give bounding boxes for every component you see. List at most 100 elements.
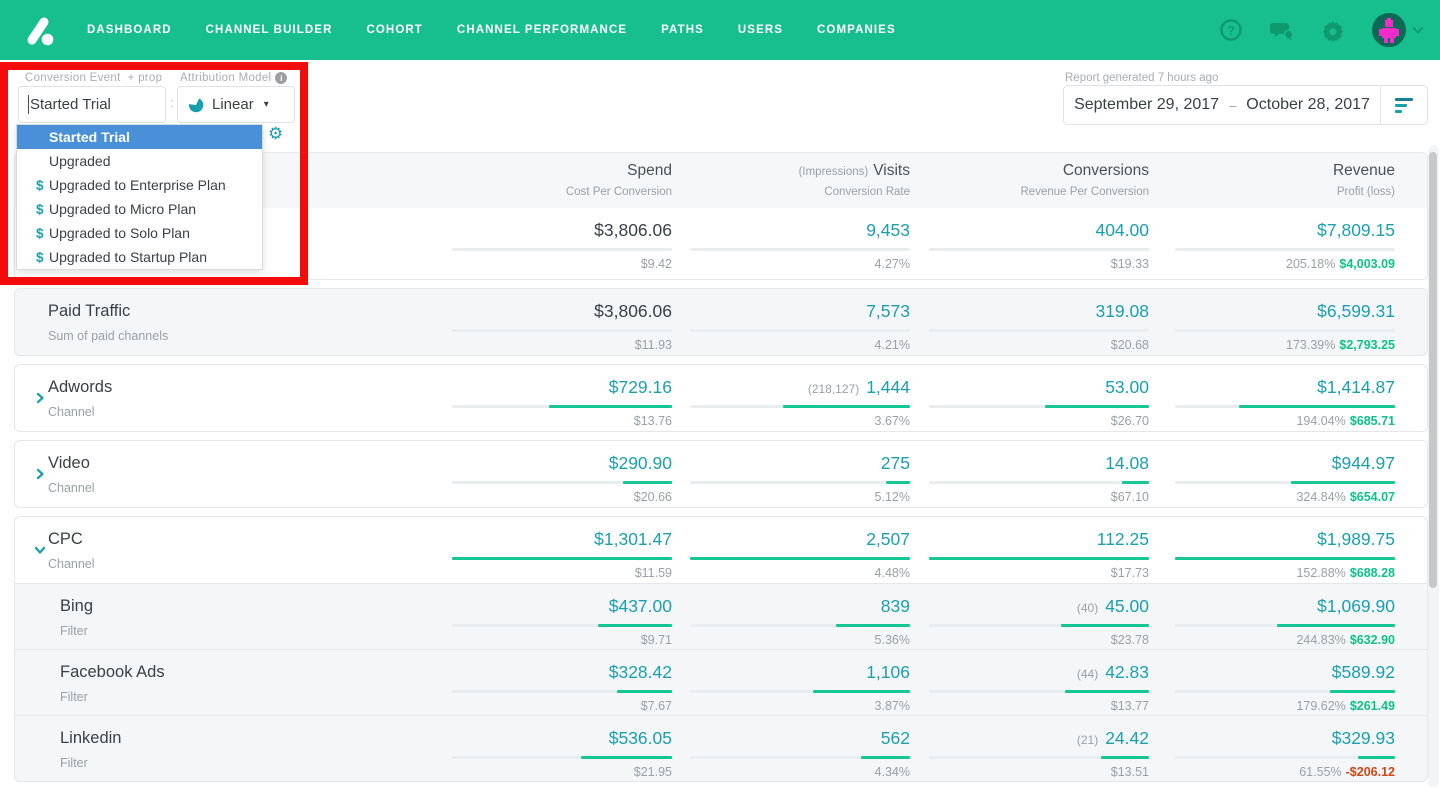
conversion-event-input[interactable]: Started Trial bbox=[18, 86, 166, 123]
menu-item-upgraded-to-micro-plan[interactable]: $ Upgraded to Micro Plan bbox=[17, 197, 262, 221]
cell-main-value[interactable]: $1,301.47 bbox=[594, 529, 672, 549]
cell-sub-value: 4.34% bbox=[874, 765, 910, 779]
nav-item-cohort[interactable]: COHORT bbox=[366, 24, 422, 36]
cell-bar-track bbox=[929, 248, 1149, 251]
avatar[interactable] bbox=[1372, 13, 1406, 47]
cell-profit-value: -$206.12 bbox=[1345, 765, 1395, 779]
cell-bar-fill bbox=[452, 557, 672, 560]
cell-main-value[interactable]: $437.00 bbox=[609, 596, 672, 616]
column-header-revenue[interactable]: Revenue Profit (loss) bbox=[1135, 162, 1395, 198]
date-range-picker[interactable]: September 29, 2017 – October 28, 2017 bbox=[1063, 85, 1428, 125]
cell-main-value[interactable]: 404.00 bbox=[1095, 220, 1149, 240]
chevron-right-icon[interactable] bbox=[33, 467, 45, 483]
cell-main-value[interactable]: 42.83 bbox=[1105, 662, 1149, 682]
table-row-paid-traffic[interactable]: Paid Traffic Sum of paid channels $3,806.0… bbox=[14, 288, 1428, 356]
cell-conversions: 112.25 $17.73 bbox=[929, 529, 1149, 580]
attribution-model-dropdown[interactable]: Linear ▾ bbox=[177, 86, 295, 123]
cell-main-value[interactable]: 1,106 bbox=[866, 662, 910, 682]
cell-bar-fill bbox=[1358, 756, 1395, 759]
table-row-adwords[interactable]: Adwords Channel $729.16 $13.76 (218,127) 1,44… bbox=[14, 364, 1428, 432]
cell-main-value[interactable]: $1,069.90 bbox=[1317, 596, 1395, 616]
cell-main-value[interactable]: $290.90 bbox=[609, 453, 672, 473]
cell-main-value[interactable]: 562 bbox=[881, 728, 910, 748]
cell-main-value[interactable]: $7,809.15 bbox=[1317, 220, 1395, 240]
chat-icon[interactable] bbox=[1270, 18, 1294, 42]
cell-main-value[interactable]: 112.25 bbox=[1097, 529, 1149, 549]
row-name[interactable]: Adwords bbox=[48, 378, 112, 397]
cell-main-value[interactable]: 1,444 bbox=[866, 377, 910, 397]
cell-main-value[interactable]: $729.16 bbox=[609, 377, 672, 397]
cell-main-value[interactable]: 2,507 bbox=[866, 529, 910, 549]
scrollbar-thumb[interactable] bbox=[1429, 152, 1437, 588]
date-start: September 29, 2017 bbox=[1074, 96, 1220, 113]
chevron-right-icon[interactable] bbox=[33, 391, 45, 407]
help-icon[interactable]: ? bbox=[1219, 18, 1243, 42]
row-name[interactable]: Video bbox=[48, 454, 95, 473]
cell-main-value[interactable]: 9,453 bbox=[866, 220, 910, 240]
add-prop-link[interactable]: + prop bbox=[128, 72, 163, 84]
cell-bar-track bbox=[929, 624, 1149, 627]
filter-icon[interactable] bbox=[1381, 97, 1427, 113]
nav-item-dashboard[interactable]: DASHBOARD bbox=[87, 24, 172, 36]
column-header-visits[interactable]: (Impressions) Visits Conversion Rate bbox=[650, 162, 910, 198]
cell-sub-value: 5.36% bbox=[874, 633, 910, 647]
cell-main-value[interactable]: 45.00 bbox=[1105, 596, 1149, 616]
nav-item-channel-performance[interactable]: CHANNEL PERFORMANCE bbox=[457, 24, 627, 36]
menu-item-started-trial[interactable]: Started Trial bbox=[17, 125, 262, 149]
caret-down-icon[interactable] bbox=[1410, 22, 1426, 38]
cell-sub-value: $9.71 bbox=[640, 633, 672, 647]
row-subtitle: Channel bbox=[48, 557, 95, 571]
nav-item-paths[interactable]: PATHS bbox=[661, 24, 704, 36]
cell-main-value[interactable]: $1,414.87 bbox=[1317, 377, 1395, 397]
info-icon[interactable]: i bbox=[275, 72, 288, 84]
row-subtitle: Channel bbox=[48, 481, 95, 495]
table-row-video[interactable]: Video Channel $290.90 $20.66 275 5.12% 14.08 $6… bbox=[14, 440, 1428, 508]
column-settings-gear-icon[interactable]: ⚙ bbox=[268, 124, 283, 144]
nav-item-channel-builder[interactable]: CHANNEL BUILDER bbox=[206, 24, 333, 36]
cell-revenue: $1,414.87 194.04% $685.71 bbox=[1175, 377, 1395, 428]
cell-main-value[interactable]: 319.08 bbox=[1095, 301, 1149, 321]
menu-item-upgraded[interactable]: Upgraded bbox=[17, 149, 262, 173]
table-row-bing[interactable]: Bing Filter $437.00 $9.71 839 5.36% (40) 45.00 $… bbox=[14, 583, 1428, 650]
menu-item-upgraded-to-solo-plan[interactable]: $ Upgraded to Solo Plan bbox=[17, 221, 262, 245]
cell-main-value[interactable]: $328.42 bbox=[609, 662, 672, 682]
cell-main-value[interactable]: $1,989.75 bbox=[1317, 529, 1395, 549]
cell-sub-value: $13.51 bbox=[1110, 765, 1149, 779]
attribution-logo[interactable] bbox=[18, 10, 58, 50]
table-row-facebook-ads[interactable]: Facebook Ads Filter $328.42 $7.67 1,106 3.87%… bbox=[14, 649, 1428, 716]
cell-spend: $536.05 $21.95 bbox=[452, 728, 672, 779]
settings-icon[interactable] bbox=[1321, 18, 1345, 42]
table-row-cpc[interactable]: CPC Channel $1,301.47 $11.59 2,507 4.48% 112.2… bbox=[14, 516, 1428, 584]
cell-main-value[interactable]: $329.93 bbox=[1332, 728, 1395, 748]
menu-item-upgraded-to-enterprise-plan[interactable]: $ Upgraded to Enterprise Plan bbox=[17, 173, 262, 197]
table-row-linkedin[interactable]: Linkedin Filter $536.05 $21.95 562 4.34% (21) 2… bbox=[14, 715, 1428, 782]
cell-main-value[interactable]: $944.97 bbox=[1332, 453, 1395, 473]
cell-bar-track bbox=[452, 248, 672, 251]
column-header-spend[interactable]: Spend Cost Per Conversion bbox=[412, 162, 672, 198]
cell-bar-track bbox=[1175, 329, 1395, 332]
cell-main-value[interactable]: $536.05 bbox=[609, 728, 672, 748]
cell-conversions: (44) 42.83 $13.77 bbox=[929, 662, 1149, 713]
cell-main-value[interactable]: $6,599.31 bbox=[1317, 301, 1395, 321]
cell-main-value[interactable]: $589.92 bbox=[1332, 662, 1395, 682]
cell-main-value[interactable]: 275 bbox=[881, 453, 910, 473]
menu-item-upgraded-to-startup-plan[interactable]: $ Upgraded to Startup Plan bbox=[17, 245, 262, 269]
cell-conversions: 53.00 $26.70 bbox=[929, 377, 1149, 428]
cell-sub-value: $20.68 bbox=[1110, 338, 1149, 352]
cell-main-value[interactable]: 7,573 bbox=[866, 301, 910, 321]
cell-main-value[interactable]: 53.00 bbox=[1105, 377, 1149, 397]
cell-bar-track bbox=[452, 481, 672, 484]
row-name[interactable]: CPC bbox=[48, 530, 95, 549]
cell-main-value[interactable]: 14.08 bbox=[1105, 453, 1149, 473]
cell-sub-value: 152.88% bbox=[1296, 566, 1346, 580]
chevron-down-icon[interactable] bbox=[33, 543, 46, 559]
cell-main-value[interactable]: 24.42 bbox=[1105, 728, 1149, 748]
nav-item-companies[interactable]: COMPANIES bbox=[817, 24, 896, 36]
cell-spend: $3,806.06 $9.42 bbox=[452, 220, 672, 271]
cell-sub-line: 61.55% -$206.12 bbox=[1175, 765, 1395, 779]
cell-bar-track bbox=[690, 248, 910, 251]
cell-sub-value: $23.78 bbox=[1110, 633, 1149, 647]
column-header-conversions[interactable]: Conversions Revenue Per Conversion bbox=[889, 162, 1150, 198]
cell-main-value[interactable]: 839 bbox=[881, 596, 910, 616]
nav-item-users[interactable]: USERS bbox=[738, 24, 783, 36]
